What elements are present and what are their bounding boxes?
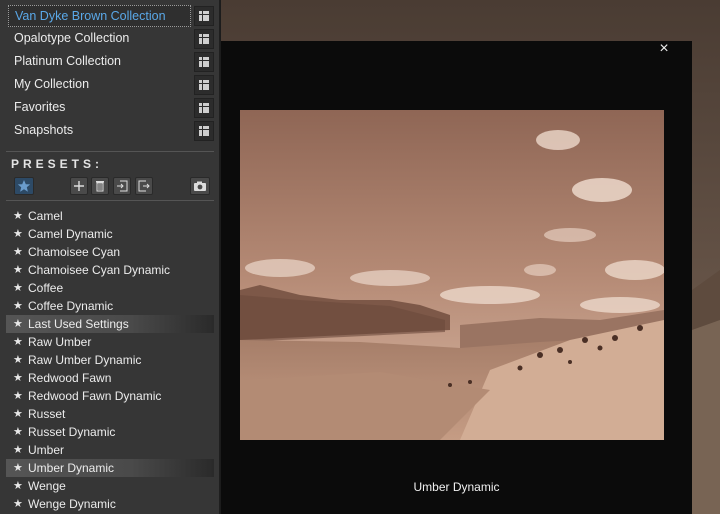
star-icon: ★ <box>13 282 23 294</box>
preset-item[interactable]: ★ Chamoisee Cyan Dynamic <box>6 261 214 279</box>
star-icon: ★ <box>13 390 23 402</box>
preset-item[interactable]: ★ Raw Umber Dynamic <box>6 351 214 369</box>
import-icon <box>117 180 128 192</box>
preset-label: Camel Dynamic <box>28 227 113 241</box>
grid-icon <box>199 126 209 136</box>
preset-label: Umber Dynamic <box>28 461 115 475</box>
preview-photo <box>240 110 664 440</box>
preset-item[interactable]: ★ Redwood Fawn <box>6 369 214 387</box>
preset-label: Chamoisee Cyan Dynamic <box>28 263 171 277</box>
star-icon: ★ <box>13 354 23 366</box>
grid-view-button[interactable] <box>194 6 214 26</box>
preset-label: Redwood Fawn <box>28 371 112 385</box>
star-icon: ★ <box>13 498 23 510</box>
preset-item[interactable]: ★ Wenge <box>6 477 214 495</box>
collection-item[interactable]: Platinum Collection <box>8 51 214 73</box>
star-icon: ★ <box>13 480 23 492</box>
collection-item[interactable]: Opalotype Collection <box>8 28 214 50</box>
preset-item[interactable]: ★ Chamoisee Cyan <box>6 243 214 261</box>
collection-item[interactable]: Van Dyke Brown Collection <box>8 5 214 27</box>
grid-view-button[interactable] <box>194 121 214 141</box>
star-icon: ★ <box>13 408 23 420</box>
star-icon: ★ <box>13 426 23 438</box>
star-icon: ★ <box>13 228 23 240</box>
delete-preset-button[interactable] <box>91 177 109 195</box>
star-icon <box>17 180 31 192</box>
preset-label: Coffee <box>28 281 64 295</box>
collection-item[interactable]: Favorites <box>8 97 214 119</box>
grid-icon <box>199 103 209 113</box>
preset-item[interactable]: ★ Raw Umber <box>6 333 214 351</box>
star-icon: ★ <box>13 264 23 276</box>
preset-label: Raw Umber <box>28 335 92 349</box>
preset-label: Russet <box>28 407 66 421</box>
preset-label: Coffee Dynamic <box>28 299 114 313</box>
divider <box>6 200 214 201</box>
preset-label: Camel <box>28 209 63 223</box>
star-icon: ★ <box>13 462 23 474</box>
collection-label[interactable]: Opalotype Collection <box>8 28 191 50</box>
favorites-star-button[interactable] <box>14 177 34 195</box>
collection-label[interactable]: Favorites <box>8 97 191 119</box>
preset-label: Wenge Dynamic <box>28 497 116 511</box>
collection-label[interactable]: Snapshots <box>8 120 191 142</box>
preset-item[interactable]: ★ Camel <box>6 207 214 225</box>
trash-icon <box>96 181 104 192</box>
preset-item[interactable]: ★ Redwood Fawn Dynamic <box>6 387 214 405</box>
grid-view-button[interactable] <box>194 52 214 72</box>
preset-label: Redwood Fawn Dynamic <box>28 389 162 403</box>
grid-view-button[interactable] <box>194 29 214 49</box>
divider <box>6 151 214 152</box>
import-preset-button[interactable] <box>113 177 131 195</box>
collection-item[interactable]: Snapshots <box>8 120 214 142</box>
preview-caption: Umber Dynamic <box>413 480 500 494</box>
preset-label: Chamoisee Cyan <box>28 245 121 259</box>
star-icon: ★ <box>13 336 23 348</box>
star-icon: ★ <box>13 444 23 456</box>
snapshot-camera-button[interactable] <box>190 177 210 195</box>
collection-item[interactable]: My Collection <box>8 74 214 96</box>
close-button[interactable]: × <box>656 41 672 57</box>
star-icon: ★ <box>13 300 23 312</box>
preset-item[interactable]: ★ Camel Dynamic <box>6 225 214 243</box>
preset-item[interactable]: ★ Coffee Dynamic <box>6 297 214 315</box>
preset-list: ★ Camel ★ Camel Dynamic ★ Chamoisee Cyan ★ Cham… <box>6 207 214 513</box>
preset-label: Raw Umber Dynamic <box>28 353 142 367</box>
left-panel: Van Dyke Brown Collection Opalotype Colle… <box>0 0 220 514</box>
grid-icon <box>199 80 209 90</box>
grid-icon <box>199 11 209 21</box>
collection-label[interactable]: Platinum Collection <box>8 51 191 73</box>
preset-label: Wenge <box>28 479 66 493</box>
preset-label: Russet Dynamic <box>28 425 116 439</box>
preset-item[interactable]: ★ Last Used Settings <box>6 315 214 333</box>
add-preset-button[interactable] <box>70 177 88 195</box>
grid-icon <box>199 34 209 44</box>
preset-label: Umber <box>28 443 65 457</box>
preset-item[interactable]: ★ Umber <box>6 441 214 459</box>
collection-label[interactable]: My Collection <box>8 74 191 96</box>
presets-heading: PRESETS: <box>11 157 104 171</box>
camera-icon <box>194 181 206 191</box>
export-preset-button[interactable] <box>135 177 153 195</box>
preset-label: Last Used Settings <box>28 317 129 331</box>
star-icon: ★ <box>13 210 23 222</box>
export-icon <box>138 180 150 192</box>
preset-item[interactable]: ★ Coffee <box>6 279 214 297</box>
preset-item[interactable]: ★ Umber Dynamic <box>6 459 214 477</box>
preview-photo-image <box>240 110 664 440</box>
grid-view-button[interactable] <box>194 98 214 118</box>
grid-icon <box>199 57 209 67</box>
add-icon <box>74 181 84 191</box>
preset-item[interactable]: ★ Wenge Dynamic <box>6 495 214 513</box>
collection-label[interactable]: Van Dyke Brown Collection <box>8 5 191 27</box>
preset-item[interactable]: ★ Russet Dynamic <box>6 423 214 441</box>
star-icon: ★ <box>13 372 23 384</box>
preset-item[interactable]: ★ Russet <box>6 405 214 423</box>
star-icon: ★ <box>13 318 23 330</box>
star-icon: ★ <box>13 246 23 258</box>
preview-modal: × Umber Dynamic <box>221 41 692 514</box>
grid-view-button[interactable] <box>194 75 214 95</box>
